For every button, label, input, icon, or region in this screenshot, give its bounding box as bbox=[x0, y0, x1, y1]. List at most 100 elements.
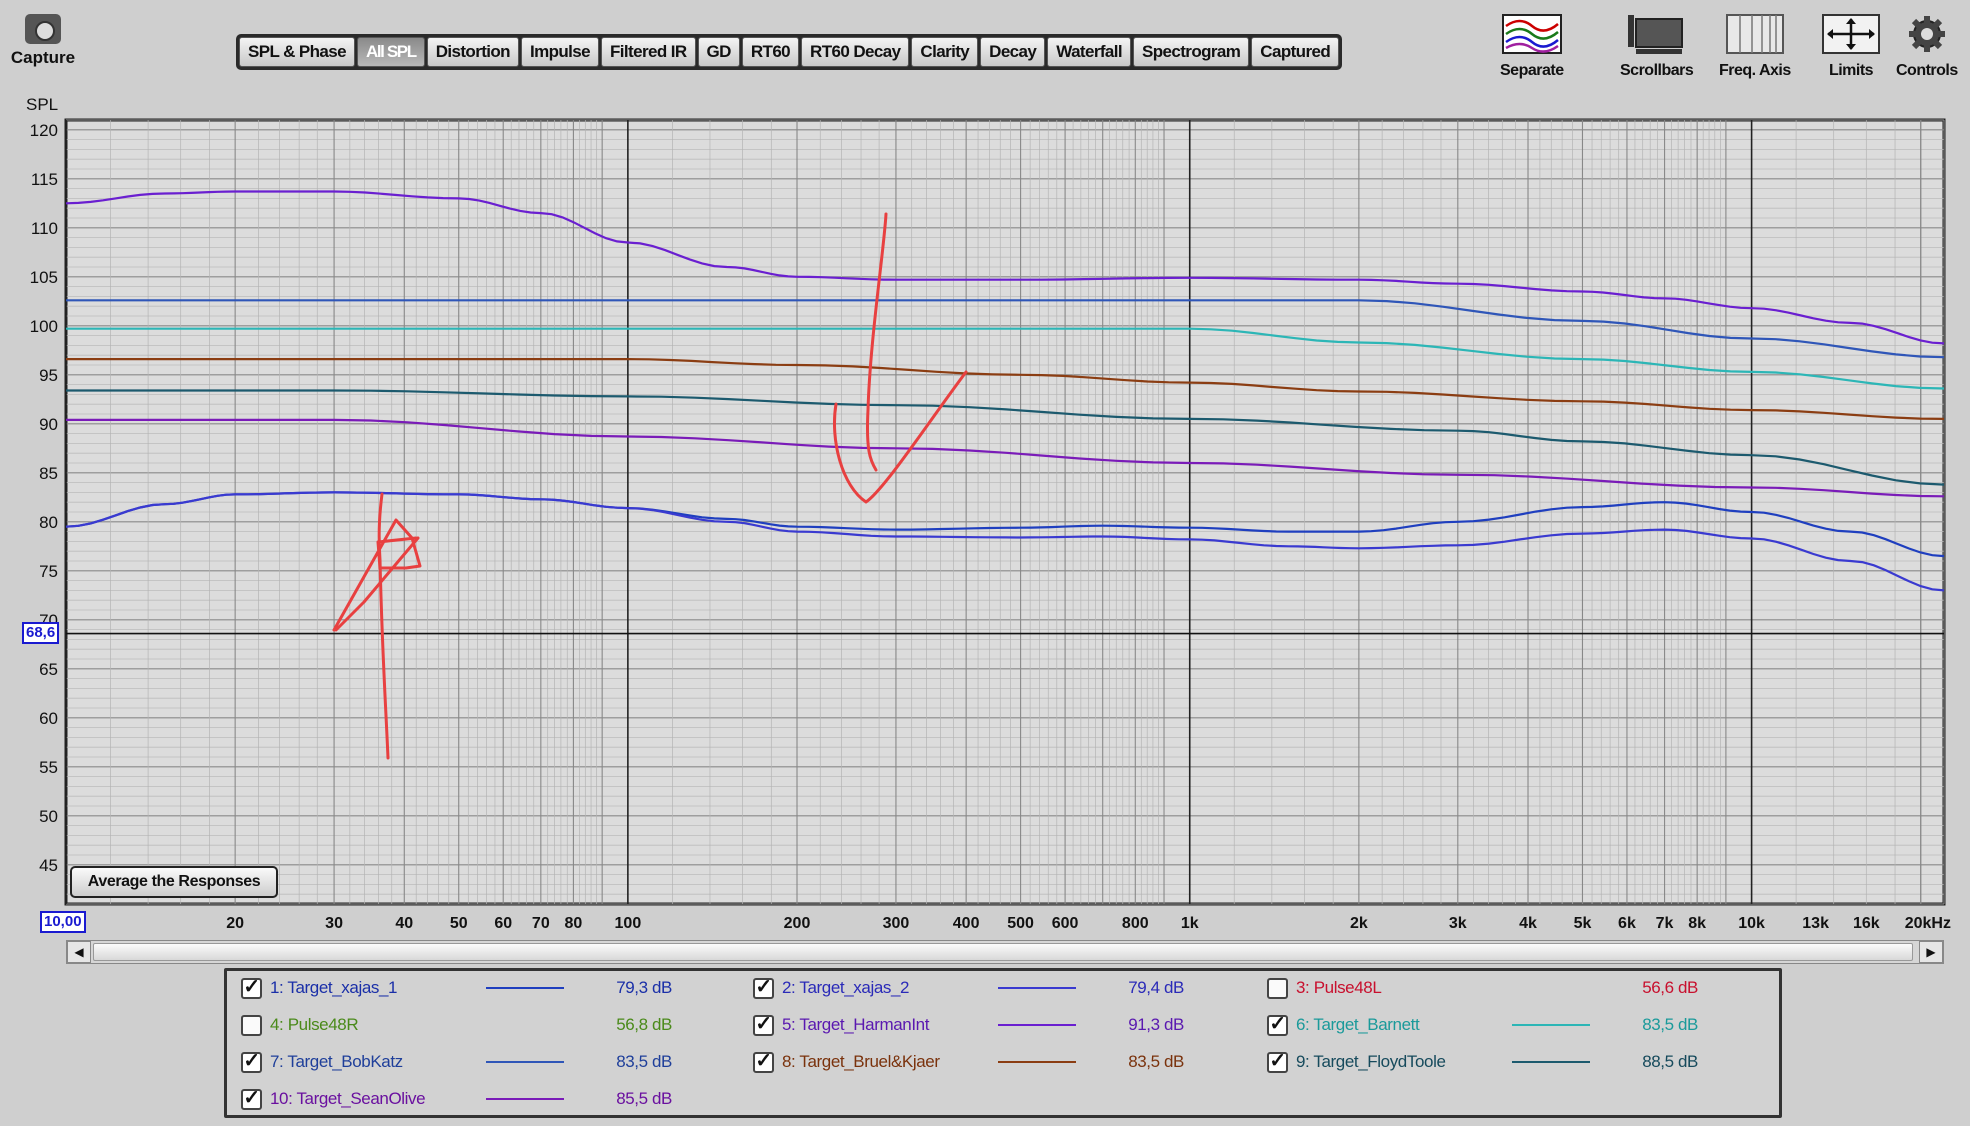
legend-checkbox[interactable]: ✓ bbox=[753, 977, 774, 999]
x-tick-label: 50 bbox=[450, 915, 468, 932]
y-tick-label: 75 bbox=[39, 562, 58, 581]
legend-checkbox[interactable]: ✓ bbox=[753, 1051, 774, 1073]
tab-decay[interactable]: Decay bbox=[980, 37, 1046, 67]
scrollbar-thumb[interactable] bbox=[93, 943, 1913, 961]
legend-line-swatch bbox=[486, 1098, 564, 1100]
horizontal-scrollbar[interactable]: ◀ ▶ bbox=[66, 940, 1944, 964]
y-tick-label: 50 bbox=[39, 807, 58, 826]
tab-all-spl[interactable]: All SPL bbox=[356, 37, 425, 67]
tab-spectrogram[interactable]: Spectrogram bbox=[1133, 37, 1250, 67]
legend-item: ✓ 7: Target_BobKatz 83,5 dB bbox=[241, 1047, 672, 1077]
tab-clarity[interactable]: Clarity bbox=[911, 37, 979, 67]
x-tick-label: 400 bbox=[953, 915, 980, 932]
legend-line-swatch bbox=[1512, 1024, 1590, 1026]
legend-value: 88,5 dB bbox=[1642, 1052, 1698, 1071]
legend-name: 8: Target_Bruel&Kjaer bbox=[782, 1052, 940, 1071]
y-tick-label: 65 bbox=[39, 660, 58, 679]
limits-icon bbox=[1822, 12, 1880, 56]
tab-captured[interactable]: Captured bbox=[1251, 37, 1340, 67]
y-tick-label: 80 bbox=[39, 513, 58, 532]
x-tick-label: 80 bbox=[565, 915, 583, 932]
y-tick-label: 100 bbox=[30, 317, 58, 336]
y-cursor-readout: 68,6 bbox=[22, 622, 60, 644]
legend-name: 6: Target_Barnett bbox=[1296, 1015, 1420, 1034]
tab-waterfall[interactable]: Waterfall bbox=[1047, 37, 1132, 67]
x-tick-label: 6k bbox=[1618, 915, 1636, 932]
x-tick-label: 4k bbox=[1519, 915, 1537, 932]
legend-item: ✓ 1: Target_xajas_1 79,3 dB bbox=[241, 973, 672, 1003]
legend-name: 9: Target_FloydToole bbox=[1296, 1052, 1446, 1071]
freq-axis-label: Freq. Axis bbox=[1719, 62, 1791, 79]
legend-name: 2: Target_xajas_2 bbox=[782, 978, 910, 997]
legend-value: 79,4 dB bbox=[1128, 978, 1184, 997]
legend-value: 79,3 dB bbox=[616, 978, 672, 997]
tab-distortion[interactable]: Distortion bbox=[426, 37, 519, 67]
x-tick-label: 20kHz bbox=[1905, 915, 1951, 932]
y-tick-label: 85 bbox=[39, 464, 58, 483]
legend-item: 4: Pulse48R 56,8 dB bbox=[241, 1010, 672, 1040]
x-tick-label: 13k bbox=[1802, 915, 1829, 932]
separate-label: Separate bbox=[1500, 62, 1564, 79]
gear-icon bbox=[1896, 12, 1958, 56]
legend-checkbox[interactable] bbox=[1267, 977, 1288, 999]
x-tick-label: 1k bbox=[1181, 915, 1199, 932]
capture-button[interactable]: Capture bbox=[8, 14, 78, 68]
legend-line-swatch bbox=[486, 1024, 564, 1026]
legend-checkbox[interactable]: ✓ bbox=[1267, 1014, 1288, 1036]
tab-gd[interactable]: GD bbox=[697, 37, 740, 67]
y-tick-label: 110 bbox=[31, 219, 58, 238]
freq-axis-button[interactable]: Freq. Axis bbox=[1719, 12, 1791, 80]
legend-checkbox[interactable]: ✓ bbox=[241, 1088, 262, 1110]
legend-line-swatch bbox=[486, 987, 564, 989]
scroll-left-button[interactable]: ◀ bbox=[67, 941, 91, 963]
x-tick-label: 800 bbox=[1122, 915, 1149, 932]
legend-name: 3: Pulse48L bbox=[1296, 978, 1382, 997]
y-tick-label: 55 bbox=[39, 758, 58, 777]
legend-line-swatch bbox=[486, 1061, 564, 1063]
legend-value: 56,8 dB bbox=[616, 1015, 672, 1034]
legend-item: ✓ 5: Target_HarmanInt 91,3 dB bbox=[753, 1010, 1184, 1040]
capture-label: Capture bbox=[10, 48, 76, 67]
legend-item: ✓ 8: Target_Bruel&Kjaer 83,5 dB bbox=[753, 1047, 1184, 1077]
legend-line-swatch bbox=[998, 1024, 1076, 1026]
y-tick-label: 90 bbox=[39, 415, 58, 434]
scrollbars-button[interactable]: Scrollbars bbox=[1620, 12, 1694, 80]
limits-button[interactable]: Limits bbox=[1822, 12, 1880, 80]
average-responses-button[interactable]: Average the Responses bbox=[70, 866, 278, 898]
separate-button[interactable]: Separate bbox=[1500, 12, 1564, 80]
controls-label: Controls bbox=[1896, 62, 1958, 79]
legend-name: 5: Target_HarmanInt bbox=[782, 1015, 930, 1034]
x-tick-label: 40 bbox=[395, 915, 413, 932]
tab-rt60[interactable]: RT60 bbox=[741, 37, 800, 67]
freq-axis-icon bbox=[1719, 12, 1791, 56]
spl-chart[interactable]: SPL 120 115 110 105 100 95 90 85 80 75 70 65 60 55 50 45… bbox=[0, 90, 1970, 970]
legend-name: 10: Target_SeanOlive bbox=[270, 1089, 426, 1108]
legend-value: 91,3 dB bbox=[1128, 1015, 1184, 1034]
legend-checkbox[interactable]: ✓ bbox=[1267, 1051, 1288, 1073]
legend-value: 83,5 dB bbox=[616, 1052, 672, 1071]
x-tick-label: 600 bbox=[1052, 915, 1079, 932]
camera-icon bbox=[25, 14, 61, 44]
tab-impulse[interactable]: Impulse bbox=[520, 37, 600, 67]
legend-line-swatch bbox=[1512, 1061, 1590, 1063]
legend-checkbox[interactable] bbox=[241, 1014, 262, 1036]
x-tick-label: 100 bbox=[615, 915, 642, 932]
legend-checkbox[interactable]: ✓ bbox=[753, 1014, 774, 1036]
controls-button[interactable]: Controls bbox=[1896, 12, 1958, 80]
tab-spl-phase[interactable]: SPL & Phase bbox=[239, 37, 355, 67]
legend-item: ✓ 6: Target_Barnett 83,5 dB bbox=[1267, 1010, 1698, 1040]
legend-item: ✓ 2: Target_xajas_2 79,4 dB bbox=[753, 973, 1184, 1003]
limits-label: Limits bbox=[1828, 62, 1874, 79]
x-tick-label: 10k bbox=[1738, 915, 1765, 932]
legend-checkbox[interactable]: ✓ bbox=[241, 977, 262, 999]
tab-rt60-decay[interactable]: RT60 Decay bbox=[801, 37, 910, 67]
legend-line-swatch bbox=[1512, 987, 1590, 989]
y-axis-unit: SPL bbox=[26, 95, 58, 114]
x-tick-label: 500 bbox=[1007, 915, 1034, 932]
legend-name: 7: Target_BobKatz bbox=[270, 1052, 403, 1071]
x-tick-label: 30 bbox=[325, 915, 343, 932]
tab-filtered-ir[interactable]: Filtered IR bbox=[601, 37, 696, 67]
legend-checkbox[interactable]: ✓ bbox=[241, 1051, 262, 1073]
scroll-right-button[interactable]: ▶ bbox=[1919, 941, 1943, 963]
x-tick-label: 60 bbox=[494, 915, 512, 932]
